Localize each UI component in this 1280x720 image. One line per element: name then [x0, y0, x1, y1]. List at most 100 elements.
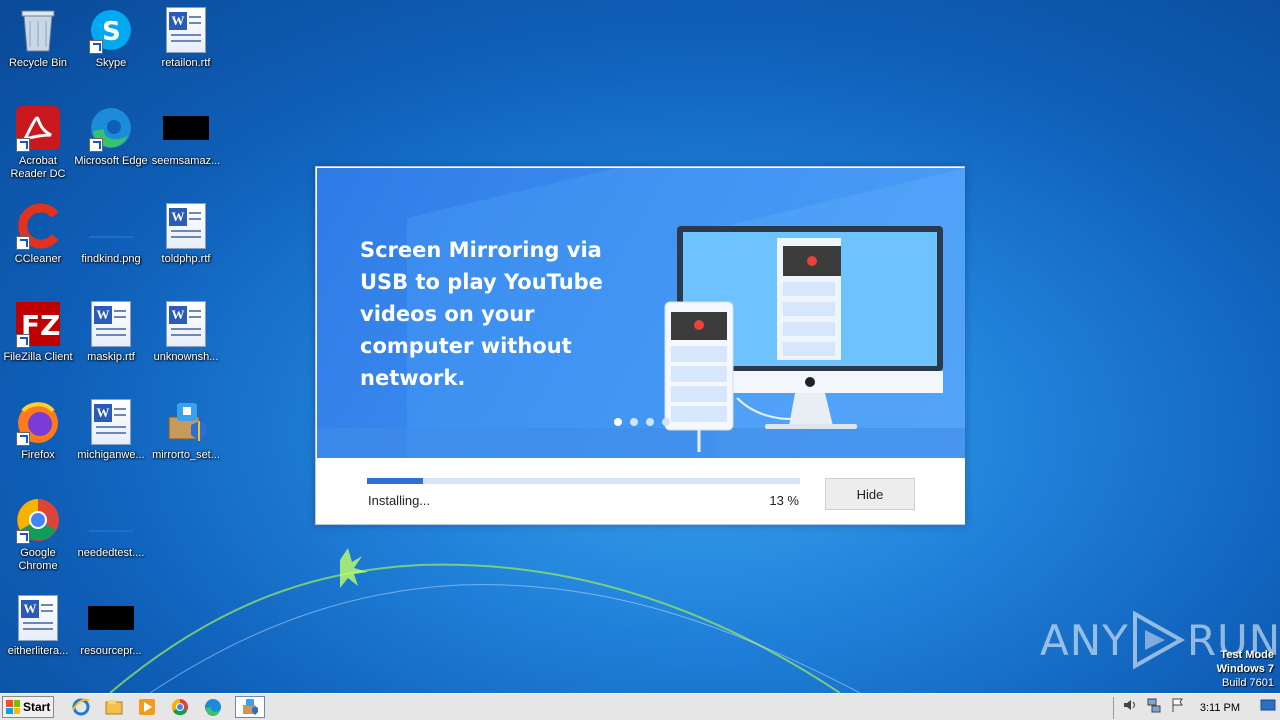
shortcut-arrow-icon [16, 530, 30, 544]
desktop-icon-label: Microsoft Edge [74, 155, 148, 167]
desktop-icon-label: Skype [95, 57, 127, 69]
system-tray: 3:11 PM [1112, 694, 1280, 720]
installer-icon [162, 398, 210, 446]
edge-icon[interactable] [202, 696, 224, 718]
desktop-icon-label: CCleaner [14, 253, 62, 265]
shortcut-arrow-icon [16, 334, 30, 348]
black-file-icon [162, 104, 210, 152]
desktop-icon-maskip[interactable]: W maskip.rtf [73, 300, 149, 386]
desktop-icon-label: maskip.rtf [87, 351, 135, 363]
desktop-icon-seemsamaz[interactable]: seemsamaz... [148, 104, 224, 190]
banner-headline: Screen Mirroring via USB to play YouTube… [360, 238, 603, 390]
volume-icon[interactable] [1122, 697, 1138, 718]
desktop-icon-label: Recycle Bin [8, 57, 68, 69]
desktop-icon-label: retailon.rtf [161, 57, 211, 69]
hide-button[interactable]: Hide [825, 478, 915, 510]
desktop-icon-label: findkind.png [81, 253, 141, 265]
os-label: Windows 7 [1216, 663, 1274, 675]
install-percent: 13 % [769, 493, 799, 508]
carousel-dot-1[interactable] [614, 418, 622, 426]
chrome-icon[interactable] [169, 696, 191, 718]
progress-fill [367, 478, 424, 484]
filezilla-icon: FZ [14, 300, 62, 348]
desktop-icon-label: michiganwe... [77, 449, 145, 461]
test-mode-notice: Test Mode Windows 7 Build 7601 [1217, 648, 1274, 690]
desktop-icon-resourcepr[interactable]: resourcepr... [73, 594, 149, 680]
desktop-icon-label: Firefox [21, 449, 55, 461]
skype-icon: S [87, 6, 135, 54]
word-document-icon: W [162, 6, 210, 54]
ccleaner-icon [14, 202, 62, 250]
progress-bar [367, 478, 800, 484]
test-mode-label: Test Mode [1220, 649, 1274, 661]
firefox-icon [14, 398, 62, 446]
installer-footer: Installing... 13 % Hide [317, 458, 965, 524]
taskbar-clock[interactable]: 3:11 PM [1200, 702, 1240, 714]
desktop-icon-ccleaner[interactable]: CCleaner [0, 202, 76, 288]
desktop-icon-eitherlitera[interactable]: W eitherlitera... [0, 594, 76, 680]
shortcut-arrow-icon [16, 432, 30, 446]
desktop-icon-recycle-bin[interactable]: Recycle Bin [0, 6, 76, 92]
shortcut-arrow-icon [89, 138, 103, 152]
desktop-icon-label: Google Chrome [18, 547, 58, 572]
shortcut-arrow-icon [16, 236, 30, 250]
image-file-icon [87, 202, 135, 250]
desktop-icon-label: toldphp.rtf [161, 253, 211, 265]
word-document-icon: W [162, 202, 210, 250]
tray-divider [1112, 696, 1114, 719]
desktop-icon-label: seemsamaz... [151, 155, 221, 167]
promo-banner: Screen Mirroring via USB to play YouTube… [317, 168, 965, 458]
carousel-dot-4[interactable] [662, 418, 670, 426]
svg-text:S: S [102, 17, 121, 47]
internet-explorer-icon[interactable] [70, 696, 92, 718]
word-document-icon: W [14, 594, 62, 642]
taskbar: Start 3:11 PM [0, 693, 1280, 720]
image-file-icon [87, 496, 135, 544]
network-icon[interactable] [1146, 697, 1162, 718]
installer-icon[interactable] [235, 696, 265, 718]
build-label: Build 7601 [1222, 677, 1274, 689]
action-center-flag-icon[interactable] [1170, 697, 1186, 718]
show-desktop-icon[interactable] [1260, 697, 1276, 718]
desktop-icon-unknownsh[interactable]: W unknownsh... [148, 300, 224, 386]
carousel-dot-2[interactable] [630, 418, 638, 426]
desktop-icon-firefox[interactable]: Firefox [0, 398, 76, 484]
desktop-icon-label: Acrobat Reader DC [10, 155, 66, 180]
desktop-icon-label: neededtest.... [77, 547, 145, 559]
windows-logo-icon [6, 700, 20, 714]
desktop-icon-retailon[interactable]: W retailon.rtf [148, 6, 224, 92]
desktop-icon-neededtest[interactable]: neededtest.... [73, 496, 149, 582]
desktop-icon-chrome[interactable]: Google Chrome [0, 496, 76, 582]
file-explorer-icon[interactable] [103, 696, 125, 718]
desktop-icon-label: FileZilla Client [3, 351, 73, 363]
black-file-icon [87, 594, 135, 642]
desktop-icon-acrobat[interactable]: Acrobat Reader DC [0, 104, 76, 190]
word-document-icon: W [87, 398, 135, 446]
desktop-icon-label: eitherlitera... [7, 645, 69, 657]
desktop-icon-michiganwe[interactable]: W michiganwe... [73, 398, 149, 484]
carousel-dots [614, 418, 670, 426]
desktop-icon-filezilla[interactable]: FZ FileZilla Client [0, 300, 76, 386]
acrobat-icon [14, 104, 62, 152]
desktop-icon-label: mirrorto_set... [152, 449, 220, 461]
install-status: Installing... [368, 493, 431, 508]
shortcut-arrow-icon [89, 40, 103, 54]
recycle-bin-icon [14, 6, 62, 54]
edge-icon [87, 104, 135, 152]
watermark-text-left: ANY [1040, 615, 1129, 665]
pinned-apps [70, 696, 265, 718]
media-player-icon[interactable] [136, 696, 158, 718]
desktop-icon-edge[interactable]: Microsoft Edge [73, 104, 149, 190]
play-triangle-icon [1132, 610, 1185, 670]
desktop-icon-toldphp[interactable]: W toldphp.rtf [148, 202, 224, 288]
word-document-icon: W [162, 300, 210, 348]
shortcut-arrow-icon [16, 138, 30, 152]
desktop-icon-label: unknownsh... [153, 351, 219, 363]
desktop-icon-mirrorto-setup[interactable]: mirrorto_set... [148, 398, 224, 484]
desktop-icon-skype[interactable]: S Skype [73, 6, 149, 92]
desktop-icon-label: resourcepr... [80, 645, 142, 657]
carousel-dot-3[interactable] [646, 418, 654, 426]
desktop-icon-findkind[interactable]: findkind.png [73, 202, 149, 288]
chrome-icon [14, 496, 62, 544]
start-button[interactable]: Start [2, 696, 54, 718]
